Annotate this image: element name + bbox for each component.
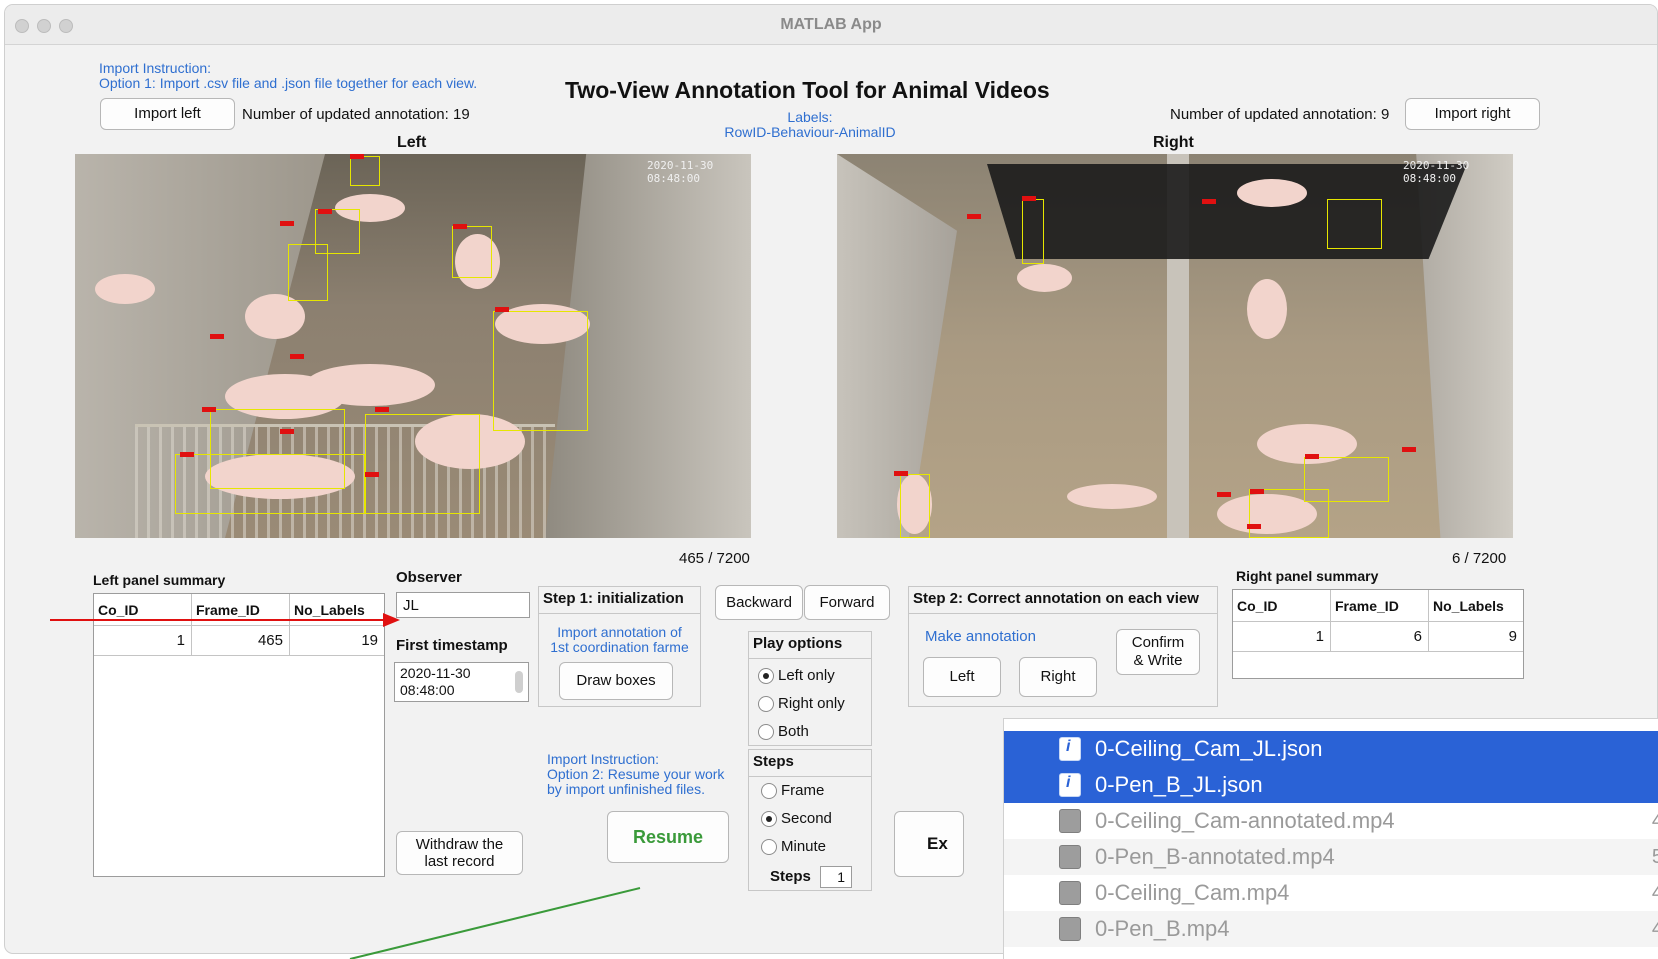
file-name: 0-Ceiling_Cam.mp4 xyxy=(1095,880,1290,905)
file-row[interactable]: 0-Ceiling_Cam_JL.json xyxy=(1004,731,1658,767)
video-file-icon xyxy=(1059,845,1081,869)
json-file-icon xyxy=(1059,737,1081,761)
file-size: 4 xyxy=(1652,882,1658,905)
file-size: 5 xyxy=(1652,846,1658,869)
file-row[interactable]: 0-Ceiling_Cam-annotated.mp4 4 xyxy=(1004,803,1658,839)
file-name: 0-Pen_B-annotated.mp4 xyxy=(1095,844,1335,869)
file-row[interactable]: 0-Pen_B.mp4 4 xyxy=(1004,911,1658,947)
file-picker-list[interactable]: 0-Ceiling_Cam_JL.json 0-Pen_B_JL.json 0-… xyxy=(1003,718,1658,959)
file-row[interactable]: 0-Pen_B_JL.json xyxy=(1004,767,1658,803)
json-file-icon xyxy=(1059,773,1081,797)
file-row[interactable]: 0-Pen_B-annotated.mp4 5 xyxy=(1004,839,1658,875)
video-file-icon xyxy=(1059,809,1081,833)
file-row[interactable]: 0-Ceiling_Cam.mp4 4 xyxy=(1004,875,1658,911)
file-name: 0-Pen_B.mp4 xyxy=(1095,916,1230,941)
file-name: 0-Ceiling_Cam-annotated.mp4 xyxy=(1095,808,1395,833)
file-name: 0-Ceiling_Cam_JL.json xyxy=(1095,736,1323,761)
video-file-icon xyxy=(1059,881,1081,905)
green-arrow-line xyxy=(349,887,641,959)
video-file-icon xyxy=(1059,917,1081,941)
file-size: 4 xyxy=(1652,810,1658,833)
red-arrow-head xyxy=(383,613,400,627)
file-name: 0-Pen_B_JL.json xyxy=(1095,772,1263,797)
file-size: 4 xyxy=(1652,918,1658,941)
